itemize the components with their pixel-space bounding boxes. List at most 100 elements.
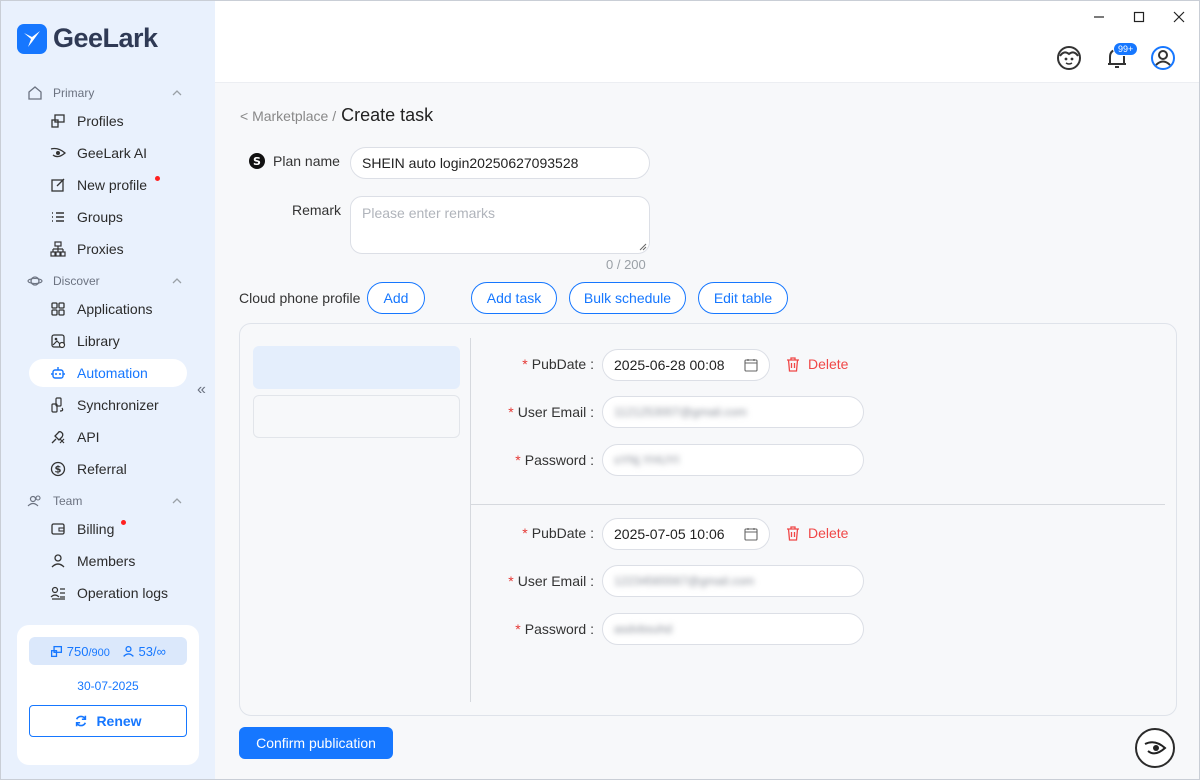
sidebar-item-referral[interactable]: $ Referral <box>29 455 187 483</box>
team-icon <box>27 495 41 507</box>
sidebar-item-library[interactable]: Library <box>29 327 187 355</box>
chevron-up-icon <box>172 278 182 284</box>
sidebar-item-label: Applications <box>77 301 153 317</box>
confirm-publication-button[interactable]: Confirm publication <box>239 727 393 759</box>
sidebar-item-label: GeeLark AI <box>77 145 148 161</box>
task-panel: * PubDate : 2025-06-28 00:08 Delete * User… <box>239 323 1177 716</box>
renew-label: Renew <box>96 713 142 729</box>
close-icon[interactable] <box>1159 1 1199 33</box>
members-total: /∞ <box>152 643 166 659</box>
profiles-icon <box>51 645 63 657</box>
breadcrumb-parent[interactable]: < Marketplace / <box>240 108 336 124</box>
sidebar-item-api[interactable]: API <box>29 423 187 451</box>
profile-list-item[interactable] <box>253 395 460 438</box>
profiles-icon <box>49 112 67 130</box>
section-team[interactable]: Team <box>27 493 183 509</box>
password-input[interactable]: asdvbsuhd <box>602 613 864 645</box>
sidebar-item-label: Groups <box>77 209 123 225</box>
sidebar-item-label: New profile <box>77 177 148 193</box>
sidebar-item-profiles[interactable]: Profiles <box>29 107 187 135</box>
add-task-button[interactable]: Add task <box>471 282 557 314</box>
bulk-schedule-button[interactable]: Bulk schedule <box>569 282 686 314</box>
app-name: GeeLark <box>53 23 158 53</box>
sidebar-item-groups[interactable]: Groups <box>29 203 187 231</box>
grid-icon <box>49 300 67 318</box>
profile-list-item-selected[interactable] <box>253 346 460 389</box>
delete-task-button[interactable]: Delete <box>786 525 848 541</box>
sidebar-item-synchronizer[interactable]: Synchronizer <box>29 391 187 419</box>
user-icon <box>123 645 134 657</box>
password-input[interactable]: sYNj.YHUYI <box>602 444 864 476</box>
robot-icon <box>49 364 67 382</box>
calendar-icon <box>744 528 758 541</box>
sync-icon <box>49 396 67 414</box>
shein-logo-icon: S <box>249 153 265 169</box>
member-quota: 53/∞ <box>122 644 166 659</box>
plan-name-input[interactable]: SHEIN auto login20250627093528 <box>350 147 650 179</box>
task-divider <box>471 504 1165 505</box>
user-email-input[interactable]: 1121253007@gmail.com <box>602 396 864 428</box>
sidebar-item-proxies[interactable]: Proxies <box>29 235 187 263</box>
plan-name-value: SHEIN auto login20250627093528 <box>362 155 579 171</box>
plan-name-label-text: Plan name <box>273 153 340 169</box>
cloud-phone-profile-label: Cloud phone profile <box>239 290 361 306</box>
delete-task-button[interactable]: Delete <box>786 356 848 372</box>
section-discover[interactable]: Discover <box>27 273 183 289</box>
pubdate-value: 2025-07-05 10:06 <box>614 526 725 542</box>
renew-button[interactable]: Renew <box>29 705 187 737</box>
quota-summary[interactable]: 750/900 53/∞ <box>29 637 187 665</box>
sidebar: GeeLark Primary Profiles GeeLark AI New … <box>1 1 215 779</box>
new-indicator-dot <box>155 176 160 181</box>
api-icon <box>49 428 67 446</box>
app-logo[interactable]: GeeLark <box>17 23 158 54</box>
sidebar-item-operation-logs[interactable]: Operation logs <box>29 579 187 607</box>
user-email-label: * User Email : <box>508 404 594 420</box>
sidebar-item-label: Synchronizer <box>77 397 159 413</box>
avatar-icon[interactable] <box>1150 45 1176 71</box>
sidebar-item-billing[interactable]: Billing <box>29 515 187 543</box>
section-label: Discover <box>53 274 100 288</box>
svg-text:$: $ <box>55 465 62 476</box>
confirm-label: Confirm publication <box>256 735 376 751</box>
password-value: sYNj.YHUYI <box>614 453 680 467</box>
account-card: 750/900 53/∞ 30-07-2025 Renew <box>17 625 199 765</box>
support-icon[interactable] <box>1056 45 1082 71</box>
pubdate-picker[interactable]: 2025-07-05 10:06 <box>602 518 770 550</box>
sidebar-item-new-profile[interactable]: New profile <box>29 171 187 199</box>
minimize-icon[interactable] <box>1079 1 1119 33</box>
page-title: Create task <box>341 105 434 125</box>
svg-text:S: S <box>253 155 261 168</box>
sidebar-item-applications[interactable]: Applications <box>29 295 187 323</box>
refresh-icon <box>76 715 87 727</box>
edit-table-label: Edit table <box>713 290 773 306</box>
user-email-value: 1121253007@gmail.com <box>614 405 747 419</box>
ai-eye-icon <box>49 144 67 162</box>
sidebar-item-label: Members <box>77 553 136 569</box>
sidebar-item-geelark-ai[interactable]: GeeLark AI <box>29 139 187 167</box>
sidebar-item-automation[interactable]: Automation <box>29 359 187 387</box>
trash-icon <box>787 356 799 372</box>
chevron-up-icon <box>172 498 182 504</box>
maximize-icon[interactable] <box>1119 1 1159 33</box>
sidebar-item-members[interactable]: Members <box>29 547 187 575</box>
list-icon <box>49 208 67 226</box>
section-primary[interactable]: Primary <box>27 85 183 101</box>
collapse-sidebar-icon[interactable]: « <box>197 381 206 399</box>
trash-icon <box>787 525 799 541</box>
remark-textarea[interactable]: Please enter remarks <box>350 196 650 254</box>
assistant-eye-icon[interactable] <box>1135 728 1175 768</box>
password-value: asdvbsuhd <box>614 622 673 636</box>
section-label: Team <box>53 494 83 508</box>
edit-table-button[interactable]: Edit table <box>698 282 788 314</box>
resize-handle-icon[interactable] <box>639 243 647 251</box>
add-profile-button[interactable]: Add <box>367 282 425 314</box>
user-email-input[interactable]: 12234565567@gmail.com <box>602 565 864 597</box>
pubdate-label: * PubDate : <box>522 525 594 541</box>
profiles-used: 750 <box>66 643 89 659</box>
logs-icon <box>49 584 67 602</box>
password-label: * Password : <box>515 452 594 468</box>
pubdate-picker[interactable]: 2025-06-28 00:08 <box>602 349 770 381</box>
sidebar-item-label: Referral <box>77 461 127 477</box>
add-label: Add <box>383 290 409 306</box>
user-email-label: * User Email : <box>508 573 594 589</box>
